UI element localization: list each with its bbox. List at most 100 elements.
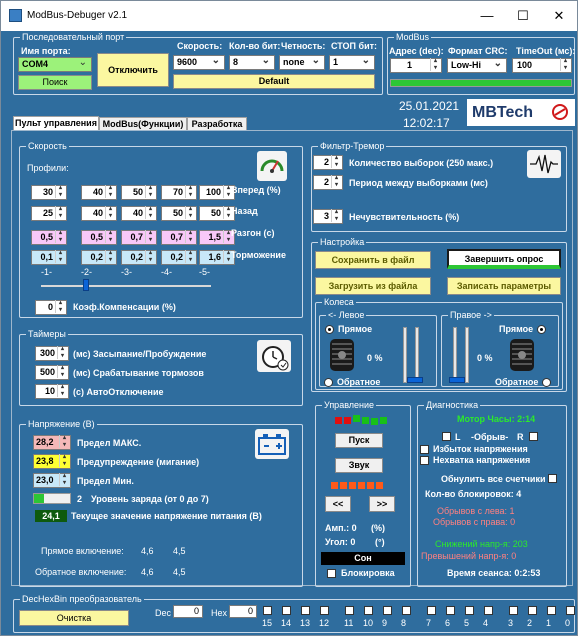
left-reverse-radio[interactable] <box>324 378 333 387</box>
bit-1-checkbox[interactable] <box>547 606 556 615</box>
minimize-button[interactable]: — <box>473 5 501 27</box>
waveform-icon <box>527 150 561 178</box>
brake-timer-input[interactable]: 500 <box>35 365 69 380</box>
speed-profile-2-2-input[interactable]: 40 <box>81 206 117 221</box>
bit-11-checkbox[interactable] <box>345 606 354 615</box>
turn-right-button[interactable]: >> <box>369 496 395 512</box>
sound-button[interactable]: Звук <box>335 458 383 473</box>
default-button[interactable]: Default <box>173 74 375 89</box>
voltage-max-label: Предел МАКС. <box>77 438 142 448</box>
profile-tick-2: -2- <box>81 267 92 277</box>
clear-button[interactable]: Очистка <box>19 610 129 626</box>
speed-profile-3-5-input[interactable]: 1,5 <box>199 230 235 245</box>
disconnect-button[interactable]: Отключить <box>97 53 169 87</box>
tab-control-panel[interactable]: Пульт управления <box>13 116 99 131</box>
crc-select[interactable]: Low-Hi <box>447 57 507 73</box>
speed-label: Скорость: <box>177 41 223 51</box>
sleep-button[interactable]: Сон <box>321 552 405 565</box>
period-input[interactable]: 2 <box>313 175 343 190</box>
compensation-input[interactable]: 0 <box>35 300 67 315</box>
speed-profile-2-4-input[interactable]: 50 <box>161 206 197 221</box>
start-button[interactable]: Пуск <box>335 433 383 448</box>
bit-9-checkbox[interactable] <box>383 606 392 615</box>
bit-5-checkbox[interactable] <box>465 606 474 615</box>
bit-3-checkbox[interactable] <box>509 606 518 615</box>
bit-7-checkbox[interactable] <box>427 606 436 615</box>
voltage-warning-input[interactable]: 23,8 <box>33 454 71 469</box>
status-led-4 <box>362 417 369 424</box>
speed-profile-2-5-input[interactable]: 50 <box>199 206 235 221</box>
right-forward-radio[interactable] <box>537 325 546 334</box>
left-wheel-slider-thumb[interactable] <box>407 377 423 383</box>
bits-select[interactable]: 8 <box>229 54 275 70</box>
load-from-file-button[interactable]: Загрузить из файла <box>315 277 431 295</box>
hex-input[interactable]: 0 <box>229 605 257 618</box>
speed-profile-1-1-input[interactable]: 30 <box>31 185 67 200</box>
auto-off-label: (с) АвтоОтключение <box>73 387 164 397</box>
left-forward-radio[interactable] <box>325 325 334 334</box>
right-wheel-slider-thumb[interactable] <box>449 377 465 383</box>
deadband-input[interactable]: 3 <box>313 209 343 224</box>
voltage-min-input[interactable]: 23,0 <box>33 473 71 488</box>
right-reverse-radio[interactable] <box>542 378 551 387</box>
bit-15-label: 15 <box>262 618 273 628</box>
bit-4-checkbox[interactable] <box>484 606 493 615</box>
left-wheel-slider-track-2[interactable] <box>415 327 419 383</box>
samples-input[interactable]: 2 <box>313 155 343 170</box>
dec-input[interactable]: 0 <box>173 605 203 618</box>
bit-15-checkbox[interactable] <box>263 606 272 615</box>
reset-counters-checkbox[interactable] <box>548 474 557 483</box>
bit-0-checkbox[interactable] <box>566 606 575 615</box>
status-led-5 <box>371 418 378 425</box>
bit-10-checkbox[interactable] <box>364 606 373 615</box>
bit-14-checkbox[interactable] <box>282 606 291 615</box>
sleep-timer-input[interactable]: 300 <box>35 346 69 361</box>
right-wheel-slider-track[interactable] <box>453 327 457 383</box>
tab-modbus-functions[interactable]: ModBus(Функции) <box>99 117 187 131</box>
speed-profile-1-4-input[interactable]: 70 <box>161 185 197 200</box>
right-wheel-slider-track-2[interactable] <box>465 327 469 383</box>
speed-profile-1-2-input[interactable]: 40 <box>81 185 117 200</box>
voltage-max-input[interactable]: 28,2 <box>33 435 71 450</box>
stop-bits-label: СТОП бит: <box>331 41 378 51</box>
bit-2-checkbox[interactable] <box>528 606 537 615</box>
turn-left-button[interactable]: << <box>325 496 351 512</box>
left-wheel-slider-track[interactable] <box>403 327 407 383</box>
speed-profile-2-3-input[interactable]: 40 <box>121 206 157 221</box>
speed-profile-3-1-input[interactable]: 0,5 <box>31 230 67 245</box>
lock-checkbox[interactable] <box>327 569 336 578</box>
save-to-file-button[interactable]: Сохранить в файл <box>315 251 431 269</box>
timeout-input[interactable]: 100 <box>512 58 572 73</box>
bit-6-checkbox[interactable] <box>446 606 455 615</box>
bit-13-checkbox[interactable] <box>301 606 310 615</box>
port-select[interactable]: COM4 <box>18 56 92 72</box>
speed-profile-4-5-input[interactable]: 1,6 <box>199 250 235 265</box>
speed-profile-2-1-input[interactable]: 25 <box>31 206 67 221</box>
speed-profile-1-3-input[interactable]: 50 <box>121 185 157 200</box>
address-input[interactable]: 1 <box>390 58 442 73</box>
finish-polling-button[interactable]: Завершить опрос <box>447 249 561 269</box>
auto-off-input[interactable]: 10 <box>35 384 69 399</box>
close-button[interactable]: ✕ <box>545 5 573 27</box>
profile-slider-thumb[interactable] <box>83 279 89 291</box>
profile-slider-track[interactable] <box>41 285 211 287</box>
speed-profile-1-5-input[interactable]: 100 <box>199 185 235 200</box>
speed-profile-3-4-input[interactable]: 0,7 <box>161 230 197 245</box>
bit-8-checkbox[interactable] <box>402 606 411 615</box>
speed-profile-4-2-input[interactable]: 0,2 <box>81 250 117 265</box>
speed-profile-4-4-input[interactable]: 0,2 <box>161 250 197 265</box>
speed-profile-3-3-input[interactable]: 0,7 <box>121 230 157 245</box>
tab-development[interactable]: Разработка <box>187 117 247 131</box>
filter-group-label: Фильтр-Тремор <box>318 141 387 151</box>
speed-profile-3-2-input[interactable]: 0,5 <box>81 230 117 245</box>
stop-bits-select[interactable]: 1 <box>329 54 375 70</box>
speed-profile-4-3-input[interactable]: 0,2 <box>121 250 157 265</box>
maximize-button[interactable]: ☐ <box>509 5 537 27</box>
speed-select[interactable]: 9600 <box>173 54 225 70</box>
write-parameters-button[interactable]: Записать параметры <box>447 277 561 295</box>
parity-select[interactable]: none <box>279 54 325 70</box>
search-button[interactable]: Поиск <box>18 75 92 90</box>
overvoltage-label: Избыток напряжения <box>433 444 528 454</box>
speed-profile-4-1-input[interactable]: 0,1 <box>31 250 67 265</box>
bit-12-checkbox[interactable] <box>320 606 329 615</box>
